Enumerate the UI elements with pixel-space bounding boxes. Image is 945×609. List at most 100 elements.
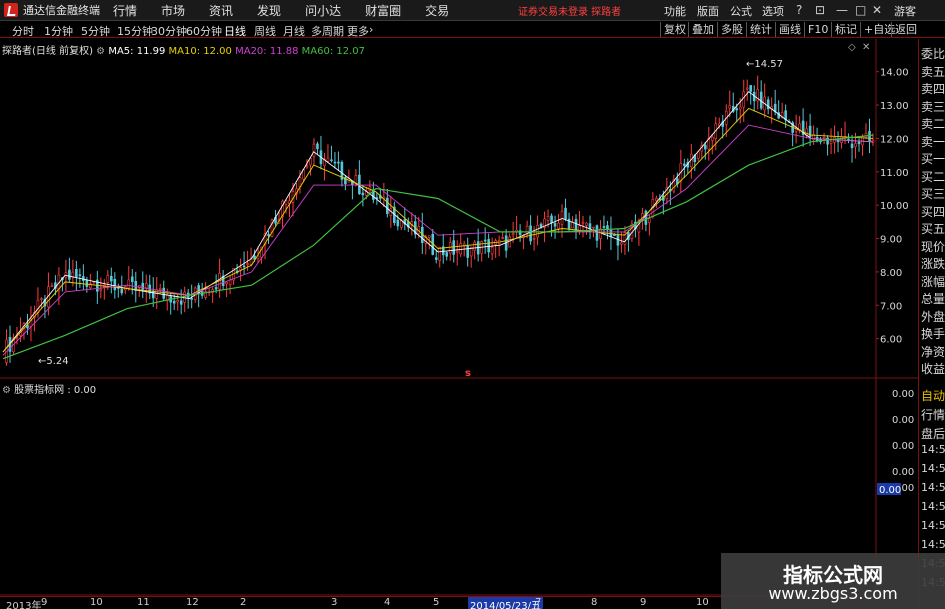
menu-item-function[interactable]: 功能 bbox=[664, 3, 686, 19]
period-multi[interactable]: 多周期 bbox=[311, 23, 344, 39]
period-more[interactable]: 更多 bbox=[347, 23, 369, 39]
period-60min[interactable]: 60分钟 bbox=[186, 23, 222, 39]
period-monthly[interactable]: 月线 bbox=[283, 23, 305, 39]
candle-body bbox=[452, 240, 456, 255]
menu-item-discover[interactable]: 发现 bbox=[257, 2, 281, 19]
candle-body bbox=[539, 223, 543, 228]
help-icon[interactable]: ? bbox=[796, 3, 802, 17]
candle-body bbox=[190, 298, 193, 300]
menu-item-options[interactable]: 选项 bbox=[762, 3, 784, 19]
settings-gear-icon[interactable]: ⚙ bbox=[96, 46, 105, 57]
menu-item-market[interactable]: 市场 bbox=[161, 2, 185, 19]
candle-body bbox=[155, 289, 159, 299]
moving-average-lines bbox=[2, 91, 874, 360]
candle-body bbox=[144, 283, 148, 289]
date-label: 9 bbox=[41, 597, 48, 608]
candle-body bbox=[546, 216, 550, 221]
candle-body bbox=[822, 136, 826, 139]
back-button[interactable]: 返回 bbox=[891, 22, 920, 37]
menu-item-formula[interactable]: 公式 bbox=[730, 3, 752, 19]
candlestick-series bbox=[5, 75, 875, 366]
candle-body bbox=[745, 87, 749, 90]
chart-diamond-icon[interactable]: ◇ bbox=[848, 42, 856, 53]
side-panel-field: 买三 bbox=[921, 187, 945, 201]
candle-body bbox=[361, 192, 365, 196]
stock-period-label: 探路者(日线 前复权) bbox=[2, 46, 93, 57]
period-5min[interactable]: 5分钟 bbox=[81, 23, 110, 39]
app-logo-icon bbox=[4, 3, 18, 17]
side-panel-field: 换手 bbox=[921, 327, 945, 341]
minimize-icon[interactable]: — bbox=[836, 3, 848, 17]
restore-rights-button[interactable]: 复权 bbox=[660, 22, 689, 37]
period-weekly[interactable]: 周线 bbox=[254, 23, 276, 39]
candle-body bbox=[127, 279, 131, 289]
chevron-right-icon[interactable]: › bbox=[369, 23, 373, 36]
candle-body bbox=[267, 233, 270, 237]
mark-button[interactable]: 标记 bbox=[831, 22, 860, 37]
candle-body bbox=[246, 263, 249, 265]
candle-body bbox=[427, 235, 431, 238]
chart-close-icon[interactable]: ✕ bbox=[862, 42, 870, 53]
tick-time: 14:56 bbox=[921, 519, 945, 532]
close-icon[interactable]: ✕ bbox=[872, 3, 882, 17]
login-notice: 证券交易未登录 探路者 bbox=[518, 7, 622, 18]
lock-icon[interactable]: ⊡ bbox=[815, 3, 825, 17]
candle-body bbox=[50, 285, 54, 288]
period-30min[interactable]: 30分钟 bbox=[151, 23, 187, 39]
candle-body bbox=[36, 299, 40, 314]
period-toolbar: 分时 1分钟 5分钟 15分钟 30分钟 60分钟 日线 周线 月线 多周期 更… bbox=[0, 21, 945, 38]
period-daily[interactable]: 日线 bbox=[224, 23, 246, 39]
indicator-legend: ⚙ 股票指标网 : 0.00 bbox=[2, 381, 96, 396]
candle-body bbox=[850, 143, 854, 149]
candle-body bbox=[386, 197, 389, 215]
candle-body bbox=[766, 99, 770, 110]
indicator-tick-label: 0.00 bbox=[892, 441, 914, 452]
price-tick-label: 13.00 bbox=[880, 101, 909, 112]
side-panel-field: 卖一 bbox=[921, 134, 945, 149]
ma20-line bbox=[2, 124, 874, 356]
menu-item-trade[interactable]: 交易 bbox=[425, 2, 449, 19]
candle-body bbox=[683, 163, 686, 166]
menu-item-layout[interactable]: 版面 bbox=[697, 3, 719, 19]
side-panel-tab[interactable]: 行情 bbox=[921, 406, 945, 423]
candle-body bbox=[99, 288, 103, 291]
side-panel-field: 买五 bbox=[921, 222, 945, 236]
statistics-button[interactable]: 统计 bbox=[746, 22, 775, 37]
candle-body bbox=[585, 222, 588, 226]
side-panel-field: 涨跌 bbox=[921, 257, 945, 271]
side-panel-field: 卖五 bbox=[921, 64, 945, 79]
period-intraday[interactable]: 分时 bbox=[12, 23, 34, 39]
menu-item-market-quote[interactable]: 行情 bbox=[113, 2, 137, 19]
candle-body bbox=[490, 246, 494, 255]
candle-body bbox=[158, 288, 162, 290]
draw-line-button[interactable]: 画线 bbox=[775, 22, 804, 37]
candle-body bbox=[78, 274, 82, 277]
candle-body bbox=[120, 289, 124, 294]
period-15min[interactable]: 15分钟 bbox=[117, 23, 153, 39]
candle-body bbox=[228, 279, 232, 285]
indicator-tick-label: 0.00 bbox=[892, 415, 914, 426]
kline-chart[interactable]: 14.00 13.00 12.00 11.00 10.00 9.00 8.00 7.00 6.0… bbox=[0, 39, 918, 596]
overlay-button[interactable]: 叠加 bbox=[688, 22, 717, 37]
multi-stock-button[interactable]: 多股 bbox=[717, 22, 746, 37]
ma60-value: MA60: 12.07 bbox=[301, 46, 366, 57]
period-1min[interactable]: 1分钟 bbox=[44, 23, 73, 39]
menu-item-wealth[interactable]: 财富圈 bbox=[365, 2, 401, 19]
candle-body bbox=[749, 85, 753, 92]
candle-body bbox=[162, 287, 166, 299]
price-tick-label: 14.00 bbox=[880, 68, 909, 79]
guest-label[interactable]: 游客 bbox=[894, 3, 916, 19]
candle-body bbox=[305, 165, 309, 168]
f10-button[interactable]: F10 bbox=[804, 22, 831, 37]
menu-item-news[interactable]: 资讯 bbox=[209, 2, 233, 19]
menu-item-ask[interactable]: 问小达 bbox=[305, 2, 341, 19]
indicator-gear-icon[interactable]: ⚙ bbox=[2, 385, 11, 396]
maximize-icon[interactable]: □ bbox=[855, 3, 866, 17]
side-panel-tab[interactable]: 盘后 bbox=[921, 425, 945, 442]
side-panel-tab[interactable]: 自动 bbox=[921, 387, 945, 404]
date-label: 12 bbox=[186, 597, 199, 608]
candle-body bbox=[176, 300, 179, 303]
side-panel-field: 卖二 bbox=[921, 117, 945, 131]
candle-body bbox=[242, 265, 246, 268]
watermark-url: www.zbgs3.com bbox=[768, 584, 898, 603]
